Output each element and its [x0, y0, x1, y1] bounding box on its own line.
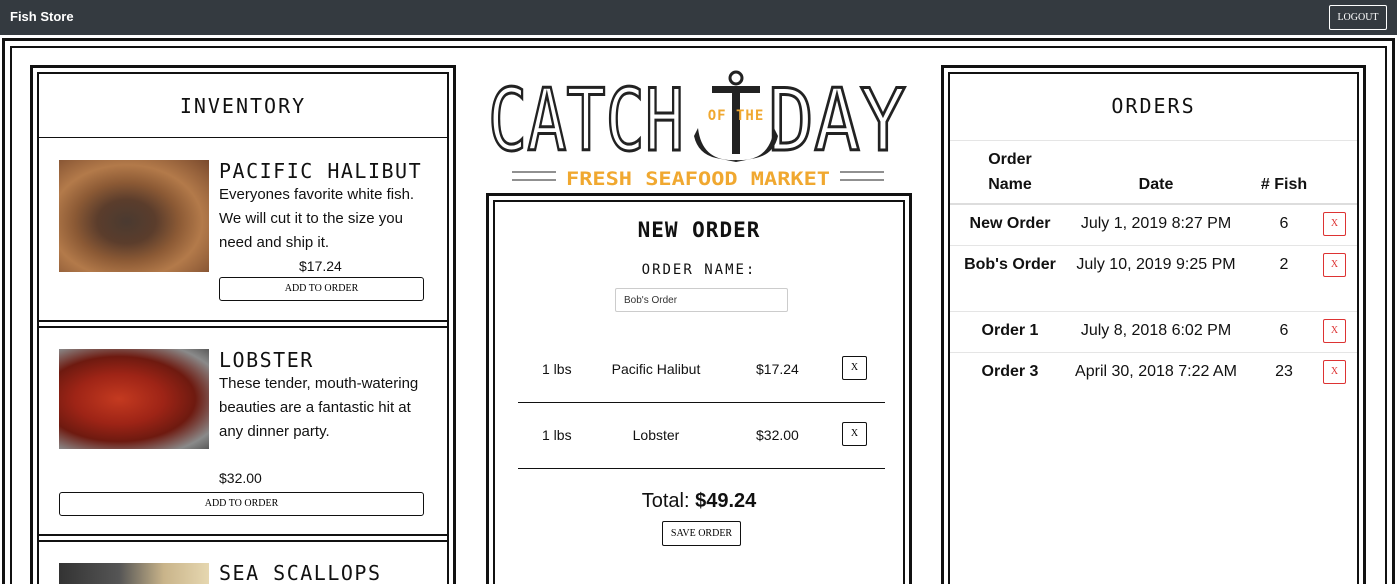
order-date: July 8, 2018 6:02 PM — [1080, 322, 1232, 339]
order-row[interactable]: Order 1 July 8, 2018 6:02 PM 6 X — [950, 312, 1357, 353]
logout-button[interactable]: LOGOUT — [1329, 5, 1387, 30]
order-name: Order 3 — [981, 363, 1039, 380]
fish-price: $17.24 — [299, 258, 342, 274]
fish-item-lobster: Lobster These tender, mouth-watering bea… — [39, 329, 447, 542]
orders-panel: Orders Order Name Date # Fish New Order … — [941, 65, 1366, 584]
remove-line-item-button[interactable]: X — [842, 422, 867, 446]
order-date: July 10, 2019 9:25 PM — [1076, 256, 1236, 273]
order-name-label: Order Name: — [641, 262, 757, 278]
order-line-item: 1 lbs Lobster $32.00 X — [518, 403, 885, 469]
header-order-name: Order Name — [954, 147, 1066, 197]
order-date: April 30, 2018 7:22 AM — [1075, 363, 1237, 380]
line-item-name: Pacific Halibut — [611, 361, 701, 377]
total-value: $49.24 — [695, 490, 757, 512]
fish-item-pacific-halibut: Pacific Halibut Everyones favorite white… — [39, 140, 447, 328]
logo-day: DAY — [768, 71, 906, 171]
fish-price: $32.00 — [219, 470, 262, 486]
order-fish-count: 6 — [1279, 322, 1289, 339]
delete-order-button[interactable]: X — [1323, 212, 1346, 236]
header-fish-count: # Fish — [1260, 176, 1308, 193]
orders-panel-inner: Orders Order Name Date # Fish New Order … — [948, 72, 1359, 584]
inventory-title: Inventory — [39, 74, 447, 138]
catch-of-the-day-logo: CATCH DAY OF THE FRESH SEAFOOD MARKET — [488, 70, 908, 190]
order-name: New Order — [969, 215, 1051, 232]
navbar: Fish Store LOGOUT — [0, 0, 1397, 35]
fish-item-sea-scallops: Sea Scallops — [39, 543, 447, 584]
lobster-image — [59, 349, 209, 449]
pacific-halibut-image — [59, 160, 209, 272]
line-item-quantity: 1 lbs — [542, 427, 572, 443]
line-item-price: $17.24 — [756, 361, 799, 377]
order-line-item: 1 lbs Pacific Halibut $17.24 X — [518, 337, 885, 403]
orders-table-header: Order Name Date # Fish — [950, 140, 1357, 205]
delete-order-button[interactable]: X — [1323, 253, 1346, 277]
order-date: July 1, 2019 8:27 PM — [1080, 215, 1232, 232]
remove-line-item-button[interactable]: X — [842, 356, 867, 380]
add-to-order-button[interactable]: ADD TO ORDER — [219, 277, 424, 301]
order-fish-count: 23 — [1275, 363, 1293, 380]
delete-order-button[interactable]: X — [1323, 319, 1346, 343]
header-order-name-line1: Order — [988, 151, 1032, 168]
navbar-brand[interactable]: Fish Store — [10, 9, 74, 24]
delete-order-button[interactable]: X — [1323, 360, 1346, 384]
fish-description: Everyones favorite white fish. We will c… — [219, 186, 415, 251]
order-name: Order 1 — [981, 322, 1039, 339]
order-row[interactable]: Bob's Order July 10, 2019 9:25 PM 2 X — [950, 246, 1357, 312]
order-fish-count: 2 — [1279, 256, 1289, 273]
new-order-title: New Order — [637, 218, 761, 242]
order-row[interactable]: New Order July 1, 2019 8:27 PM 6 X — [950, 205, 1357, 246]
order-name: Bob's Order — [964, 256, 1056, 273]
order-name-input[interactable] — [615, 288, 788, 312]
inventory-panel: Inventory Pacific Halibut Everyones favo… — [30, 65, 456, 584]
fish-description: These tender, mouth-watering beauties ar… — [219, 375, 419, 440]
logo-of-the: OF THE — [708, 108, 765, 124]
inventory-panel-inner: Inventory Pacific Halibut Everyones favo… — [37, 72, 449, 584]
line-item-price: $32.00 — [756, 427, 799, 443]
fish-name: Sea Scallops — [219, 561, 382, 584]
add-to-order-button[interactable]: ADD TO ORDER — [59, 492, 424, 516]
line-item-quantity: 1 lbs — [542, 361, 572, 377]
header-date: Date — [1138, 176, 1174, 193]
header-order-name-line2: Name — [988, 176, 1032, 193]
save-order-button[interactable]: SAVE ORDER — [662, 521, 741, 546]
order-total: Total: $49.24 — [495, 490, 903, 513]
new-order-panel-inner: New Order Order Name: 1 lbs Pacific Hali… — [493, 200, 905, 584]
order-fish-count: 6 — [1279, 215, 1289, 232]
order-row[interactable]: Order 3 April 30, 2018 7:22 AM 23 X — [950, 353, 1357, 423]
sea-scallops-image — [59, 563, 209, 584]
logo-tagline: FRESH SEAFOOD MARKET — [566, 168, 830, 190]
new-order-panel: New Order Order Name: 1 lbs Pacific Hali… — [486, 193, 912, 584]
orders-title: Orders — [1111, 94, 1196, 118]
fish-name: Lobster — [219, 348, 314, 372]
logo-catch: CATCH — [488, 71, 684, 171]
fish-name: Pacific Halibut — [219, 159, 423, 183]
total-label: Total: — [641, 490, 690, 512]
line-item-name: Lobster — [632, 427, 680, 443]
